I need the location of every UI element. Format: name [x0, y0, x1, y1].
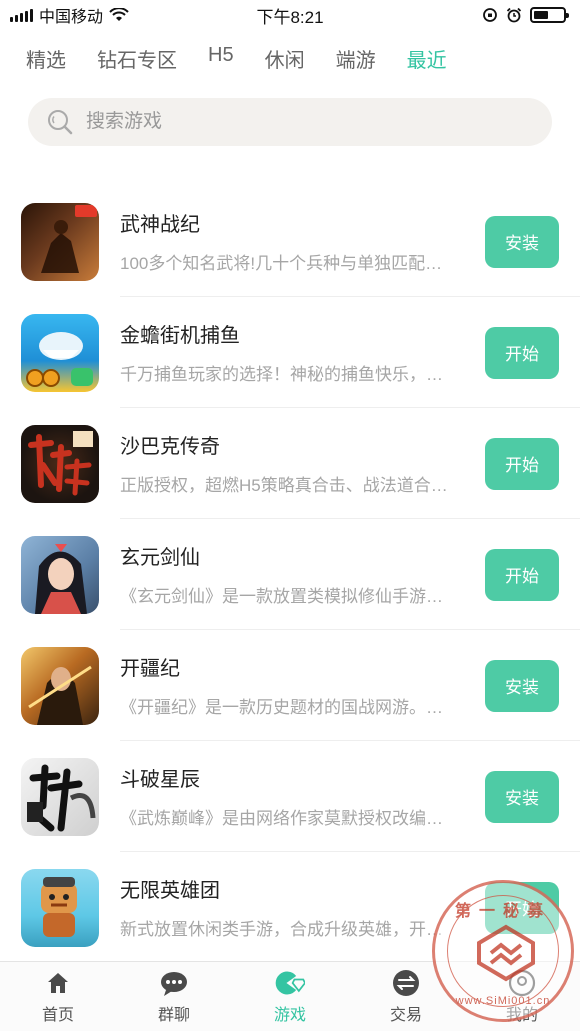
watermark-logo-icon — [477, 924, 535, 982]
list-item[interactable]: 玄元剑仙 《玄元剑仙》是一款放置类模拟修仙手游… 开始 — [0, 519, 580, 630]
list-item[interactable]: 斗破星辰 《武炼巅峰》是由网络作家莫默授权改编… 安装 — [0, 741, 580, 852]
nav-item-games[interactable]: 游戏 — [245, 968, 335, 1025]
game-description: 正版授权，超燃H5策略真合击、战法道合… — [120, 476, 448, 495]
game-info: 开疆纪 《开疆纪》是一款历史题材的国战网游。… — [120, 652, 478, 718]
list-item[interactable]: 武神战纪 100多个知名武将!几十个兵种与单独匹配… 安装 — [0, 186, 580, 297]
install-button[interactable]: 安装 — [485, 215, 559, 268]
tab-recent[interactable]: 最近 — [407, 44, 447, 73]
game-description: 千万捕鱼玩家的选择！神秘的捕鱼快乐，… — [120, 365, 443, 384]
game-info: 金蟾街机捕鱼 千万捕鱼玩家的选择！神秘的捕鱼快乐，… — [120, 319, 478, 385]
start-button[interactable]: 开始 — [485, 437, 559, 490]
nav-label: 游戏 — [273, 1007, 306, 1024]
game-name: 武神战纪 — [120, 214, 200, 236]
game-description: 《玄元剑仙》是一款放置类模拟修仙手游… — [120, 587, 443, 606]
game-icon-image — [21, 535, 99, 614]
nav-label: 交易 — [389, 1007, 422, 1024]
list-item[interactable]: 沙巴克传奇 正版授权，超燃H5策略真合击、战法道合… 开始 — [0, 408, 580, 519]
game-name: 金蟾街机捕鱼 — [120, 325, 240, 347]
game-icon-image — [21, 868, 99, 947]
nav-item-home[interactable]: 首页 — [13, 968, 103, 1025]
game-icon-image — [21, 424, 99, 503]
game-name: 沙巴克传奇 — [120, 436, 220, 458]
watermark-stamp: 第一秘募 www.SiMi001.cn — [432, 880, 574, 1022]
nav-item-group-chat[interactable]: 群聊 — [129, 968, 219, 1025]
watermark-top-text: 第一秘募 — [454, 903, 551, 920]
game-icon — [275, 968, 305, 998]
trade-icon — [391, 968, 421, 998]
status-right — [482, 7, 569, 23]
game-description: 新式放置休闲类手游，合成升级英雄，开… — [120, 920, 443, 939]
game-name: 玄元剑仙 — [120, 547, 200, 569]
tab-featured[interactable]: 精选 — [26, 44, 66, 73]
tab-casual[interactable]: 休闲 — [265, 44, 305, 73]
game-icon-image — [21, 313, 99, 392]
status-left: 中国移动 — [10, 3, 129, 27]
list-item[interactable]: 金蟾街机捕鱼 千万捕鱼玩家的选择！神秘的捕鱼快乐，… 开始 — [0, 297, 580, 408]
game-icon-image — [21, 757, 99, 836]
nav-label: 首页 — [41, 1007, 74, 1024]
tab-h5[interactable]: H5 — [208, 44, 234, 73]
carrier-label: 中国移动 — [39, 9, 104, 26]
install-button[interactable]: 安装 — [485, 770, 559, 823]
start-button[interactable]: 开始 — [485, 548, 559, 601]
alarm-icon — [506, 7, 522, 23]
home-icon — [43, 968, 73, 998]
chat-icon — [159, 968, 189, 998]
start-button[interactable]: 开始 — [485, 326, 559, 379]
signal-icon — [10, 8, 33, 22]
search-icon — [48, 110, 73, 135]
watermark-url: www.SiMi001.cn — [455, 995, 551, 1007]
list-item[interactable]: 开疆纪 《开疆纪》是一款历史题材的国战网游。… 安装 — [0, 630, 580, 741]
game-info: 武神战纪 100多个知名武将!几十个兵种与单独匹配… — [120, 208, 478, 274]
game-info: 斗破星辰 《武炼巅峰》是由网络作家莫默授权改编… — [120, 763, 478, 829]
status-bar: 中国移动 下午8:21 — [0, 0, 580, 30]
search-bar[interactable] — [28, 98, 552, 146]
battery-icon — [530, 7, 569, 23]
install-button[interactable]: 安装 — [485, 659, 559, 712]
game-description: 100多个知名武将!几十个兵种与单独匹配… — [120, 254, 443, 273]
game-info: 沙巴克传奇 正版授权，超燃H5策略真合击、战法道合… — [120, 430, 478, 496]
game-name: 开疆纪 — [120, 658, 180, 680]
game-info: 无限英雄团 新式放置休闲类手游，合成升级英雄，开… — [120, 874, 478, 940]
nav-label: 群聊 — [157, 1007, 190, 1024]
wifi-icon — [109, 8, 129, 21]
tab-diamond-zone[interactable]: 钻石专区 — [97, 44, 177, 73]
category-tabs: 精选 钻石专区 H5 休闲 端游 最近 — [26, 44, 447, 73]
game-description: 《开疆纪》是一款历史题材的国战网游。… — [120, 698, 443, 717]
game-icon-image — [21, 646, 99, 725]
game-description: 《武炼巅峰》是由网络作家莫默授权改编… — [120, 809, 443, 828]
tab-client-games[interactable]: 端游 — [336, 44, 376, 73]
game-name: 无限英雄团 — [120, 880, 220, 902]
game-name: 斗破星辰 — [120, 769, 200, 791]
search-input[interactable] — [86, 111, 506, 133]
game-list: 武神战纪 100多个知名武将!几十个兵种与单独匹配… 安装 金蟾街机捕鱼 千万捕… — [0, 186, 580, 963]
rotation-lock-icon — [483, 8, 497, 22]
game-icon-image — [21, 202, 99, 281]
game-info: 玄元剑仙 《玄元剑仙》是一款放置类模拟修仙手游… — [120, 541, 478, 607]
